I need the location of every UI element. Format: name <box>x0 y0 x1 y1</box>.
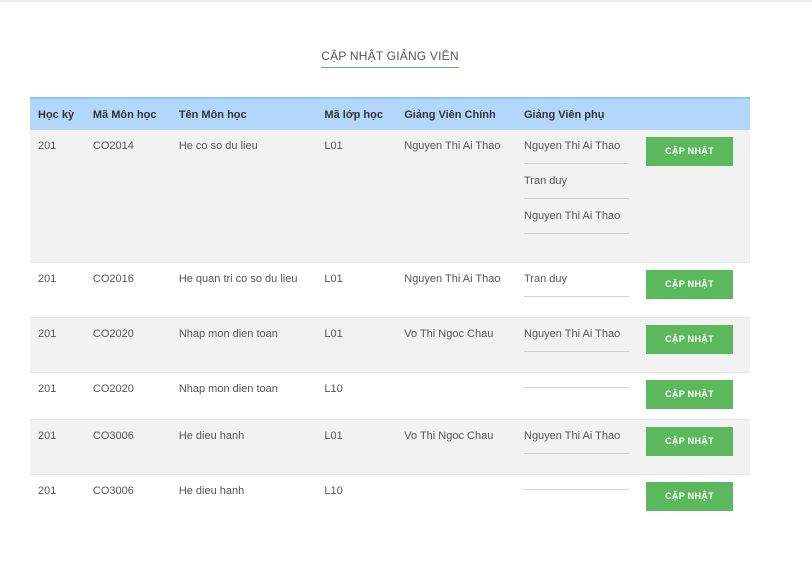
cell-gv-phu: Nguyen Thi Ai Thao <box>516 317 637 373</box>
header-giang-vien-phu: Giảng Viên phụ <box>524 108 605 121</box>
cell-action: CẬP NHẬT <box>637 474 750 521</box>
top-divider <box>0 0 812 2</box>
cell-ten-mon: Nhap mon dien toan <box>170 317 317 373</box>
table-row: 201 CO3006 He dieu hanh L10 CẬP NHẬT <box>30 474 750 521</box>
cell-ma-lop: L01 <box>316 130 397 263</box>
sub-lecturer-item: Nguyen Thi Ai Thao <box>524 328 629 352</box>
cell-ma-mon: CO2014 <box>84 130 171 263</box>
cell-ma-mon: CO2020 <box>84 372 171 420</box>
cell-hoc-ky: 201 <box>30 262 85 318</box>
sub-lecturer-list: Nguyen Thi Ai Thao <box>524 328 629 352</box>
cell-gv-chinh <box>396 474 516 521</box>
cell-ma-mon: CO2016 <box>84 262 171 318</box>
cell-gv-chinh: Vo Thi Ngoc Chau <box>396 419 516 475</box>
table-row: 201 CO2020 Nhap mon dien toan L10 CẬP NH… <box>30 372 750 420</box>
cell-action: CẬP NHẬT <box>637 419 750 475</box>
cell-ma-lop: L01 <box>316 262 397 318</box>
cell-action: CẬP NHẬT <box>637 262 750 318</box>
table-row: 201 CO2014 He co so du lieu L01 Nguyen T… <box>30 130 750 263</box>
title-container: CẬP NHẬT GIẢNG VIÊN <box>0 47 780 68</box>
cell-action: CẬP NHẬT <box>637 372 750 420</box>
header-row: Học kỳ Mã Môn học Tên Môn học Mã lớp học… <box>30 98 750 130</box>
update-button[interactable]: CẬP NHẬT <box>646 481 733 511</box>
cell-hoc-ky: 201 <box>30 317 85 373</box>
sub-lecturer-list <box>524 383 629 388</box>
lecturer-table: Học kỳ Mã Môn học Tên Môn học Mã lớp học… <box>30 97 750 521</box>
table-row: 201 CO2020 Nhap mon dien toan L01 Vo Thi… <box>30 317 750 373</box>
sub-lecturer-item: Nguyen Thi Ai Thao <box>524 430 629 454</box>
cell-hoc-ky: 201 <box>38 484 57 497</box>
table-row: 201 CO3006 He dieu hanh L01 Vo Thi Ngoc … <box>30 419 750 475</box>
header-actions <box>637 98 750 130</box>
update-button[interactable]: CẬP NHẬT <box>646 137 733 166</box>
cell-hoc-ky: 201 <box>30 419 85 475</box>
sub-lecturer-item: Tran duy <box>524 175 629 199</box>
cell-hoc-ky: 201 <box>30 372 85 420</box>
cell-gv-phu: Nguyen Thi Ai Thao <box>516 419 637 475</box>
table-body: 201 CO2014 He co so du lieu L01 Nguyen T… <box>30 130 750 521</box>
cell-action: CẬP NHẬT <box>637 317 750 373</box>
cell-ma-lop: L10 <box>324 484 343 497</box>
cell-gv-phu <box>516 474 637 521</box>
cell-ten-mon: He co so du lieu <box>170 130 317 263</box>
cell-ma-lop: L10 <box>316 372 397 420</box>
update-button[interactable]: CẬP NHẬT <box>646 379 733 409</box>
cell-gv-chinh: Nguyen Thi Ai Thao <box>396 262 516 318</box>
cell-gv-phu: Nguyen Thi Ai Thao Tran duy Nguyen Thi A… <box>516 130 637 263</box>
header-giang-vien-chinh: Giảng Viên Chính <box>404 108 496 121</box>
header-ma-lop-hoc: Mã lớp học <box>324 108 383 121</box>
cell-gv-phu: Tran duy <box>516 262 637 318</box>
cell-ten-mon: He dieu hanh <box>170 419 317 475</box>
cell-action: CẬP NHẬT <box>637 130 750 263</box>
table-header: Học kỳ Mã Môn học Tên Môn học Mã lớp học… <box>30 98 750 130</box>
cell-ma-mon: CO2020 <box>84 317 171 373</box>
sub-lecturer-item: Tran duy <box>524 273 629 297</box>
cell-gv-phu <box>516 372 637 420</box>
sub-lecturer-list: Nguyen Thi Ai Thao Tran duy Nguyen Thi A… <box>524 140 629 234</box>
sub-lecturer-list: Nguyen Thi Ai Thao <box>524 430 629 454</box>
cell-ma-lop: L01 <box>316 317 397 373</box>
page-title: CẬP NHẬT GIẢNG VIÊN <box>321 49 459 68</box>
table-row: 201 CO2016 He quan tri co so du lieu L01… <box>30 262 750 318</box>
header-ma-mon-hoc: Mã Môn học <box>92 108 157 121</box>
cell-ma-lop: L01 <box>316 419 397 475</box>
cell-ten-mon: He quan tri co so du lieu <box>170 262 317 318</box>
sub-lecturer-list: Tran duy <box>524 273 629 297</box>
cell-gv-chinh <box>396 372 516 420</box>
update-button[interactable]: CẬP NHẬT <box>646 269 733 299</box>
sub-lecturer-item <box>524 386 629 388</box>
sub-lecturer-item: Nguyen Thi Ai Thao <box>524 140 629 164</box>
header-ten-mon-hoc: Tên Môn học <box>178 108 247 121</box>
header-hoc-ky: Học kỳ <box>38 108 75 121</box>
cell-hoc-ky: 201 <box>30 130 85 263</box>
sub-lecturer-list <box>524 485 629 490</box>
cell-gv-chinh: Vo Thi Ngoc Chau <box>396 317 516 373</box>
cell-ten-mon: He dieu hanh <box>178 484 245 497</box>
update-button[interactable]: CẬP NHẬT <box>646 324 733 354</box>
sub-lecturer-item <box>524 488 629 490</box>
cell-ma-mon: CO3006 <box>84 419 171 475</box>
cell-gv-chinh: Nguyen Thi Ai Thao <box>396 130 516 263</box>
update-button[interactable]: CẬP NHẬT <box>646 426 733 456</box>
sub-lecturer-item: Nguyen Thi Ai Thao <box>524 210 629 234</box>
cell-ten-mon: Nhap mon dien toan <box>170 372 317 420</box>
cell-ma-mon: CO3006 <box>92 484 134 497</box>
